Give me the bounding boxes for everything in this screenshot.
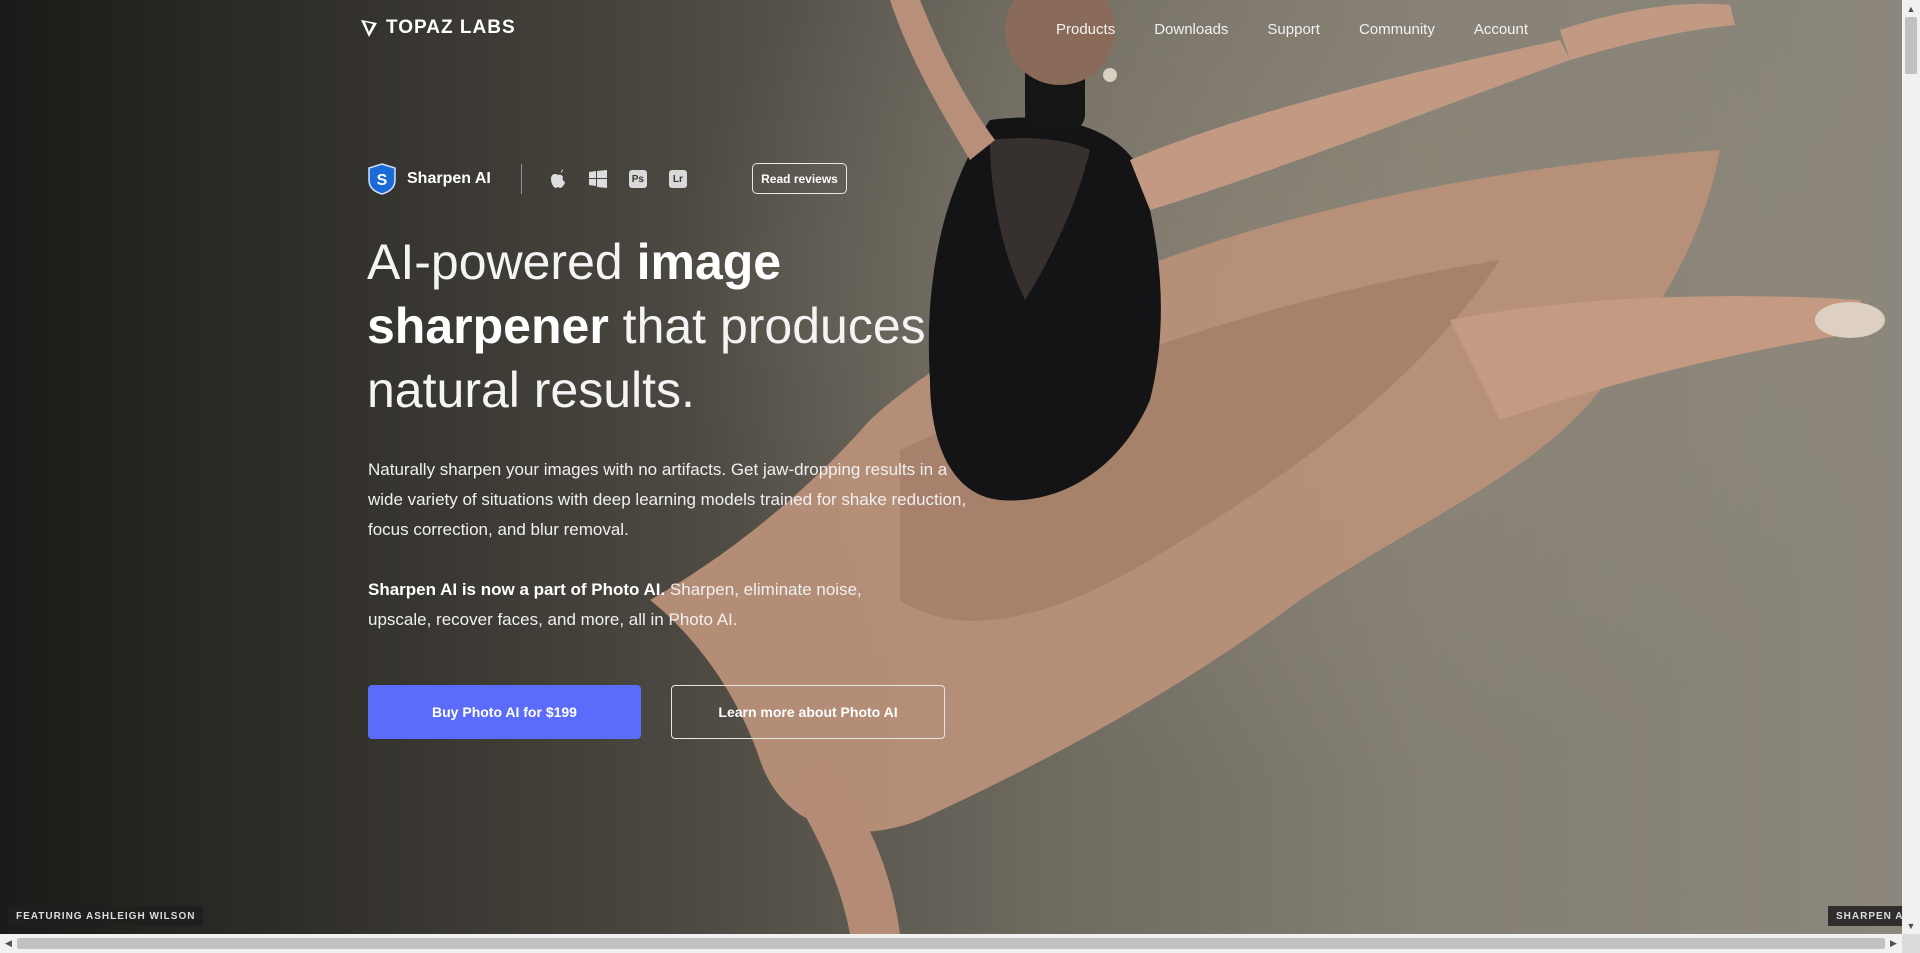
read-reviews-button[interactable]: Read reviews bbox=[752, 163, 847, 194]
top-nav: TOPAZ LABS Products Downloads Support Co… bbox=[0, 0, 1902, 60]
scroll-left-icon[interactable]: ◀ bbox=[0, 934, 17, 953]
logo-text: TOPAZ LABS bbox=[386, 17, 516, 38]
nav-account[interactable]: Account bbox=[1474, 21, 1528, 38]
horizontal-scrollbar[interactable]: ◀ ▶ bbox=[0, 934, 1920, 953]
photo-credit-caption: FEATURING ASHLEIGH WILSON bbox=[8, 906, 204, 926]
scroll-down-icon[interactable]: ▼ bbox=[1902, 917, 1920, 934]
svg-text:S: S bbox=[377, 172, 388, 189]
apple-icon bbox=[550, 169, 565, 188]
scroll-right-icon[interactable]: ▶ bbox=[1885, 934, 1902, 953]
windows-icon bbox=[588, 170, 607, 188]
nav-support[interactable]: Support bbox=[1267, 21, 1320, 38]
product-caption: SHARPEN AI bbox=[1828, 906, 1902, 926]
nav-downloads[interactable]: Downloads bbox=[1154, 21, 1228, 38]
product-row: S Sharpen AI Ps Lr bbox=[367, 162, 687, 196]
vertical-scrollbar[interactable]: ▲ ▼ bbox=[1902, 0, 1920, 934]
buy-photo-ai-button[interactable]: Buy Photo AI for $199 bbox=[368, 685, 641, 739]
vertical-scroll-thumb[interactable] bbox=[1905, 17, 1917, 74]
scroll-up-icon[interactable]: ▲ bbox=[1902, 0, 1920, 17]
topaz-logo-icon bbox=[361, 20, 377, 37]
nav-links: Products Downloads Support Community Acc… bbox=[1056, 21, 1528, 38]
lightroom-icon: Lr bbox=[668, 170, 687, 188]
divider bbox=[520, 164, 522, 194]
horizontal-scroll-thumb[interactable] bbox=[17, 938, 1885, 949]
page-title: AI-powered image sharpener that produces… bbox=[367, 230, 967, 422]
notice-bold: Sharpen AI is now a part of Photo AI. bbox=[368, 580, 666, 599]
product-description: Naturally sharpen your images with no ar… bbox=[368, 460, 967, 539]
topaz-logo[interactable]: TOPAZ LABS bbox=[360, 17, 516, 39]
learn-more-button[interactable]: Learn more about Photo AI bbox=[671, 685, 945, 739]
scrollbar-corner bbox=[1902, 934, 1920, 953]
product-name: Sharpen AI bbox=[407, 170, 491, 187]
photo-ai-notice: Sharpen AI is now a part of Photo AI. Sh… bbox=[368, 575, 928, 635]
nav-products[interactable]: Products bbox=[1056, 21, 1115, 38]
platform-icons: Ps Lr bbox=[549, 169, 687, 189]
sharpen-ai-icon: S bbox=[368, 163, 396, 195]
nav-community[interactable]: Community bbox=[1359, 21, 1435, 38]
title-part-1: AI-powered bbox=[367, 234, 637, 290]
photoshop-icon: Ps bbox=[628, 170, 647, 188]
